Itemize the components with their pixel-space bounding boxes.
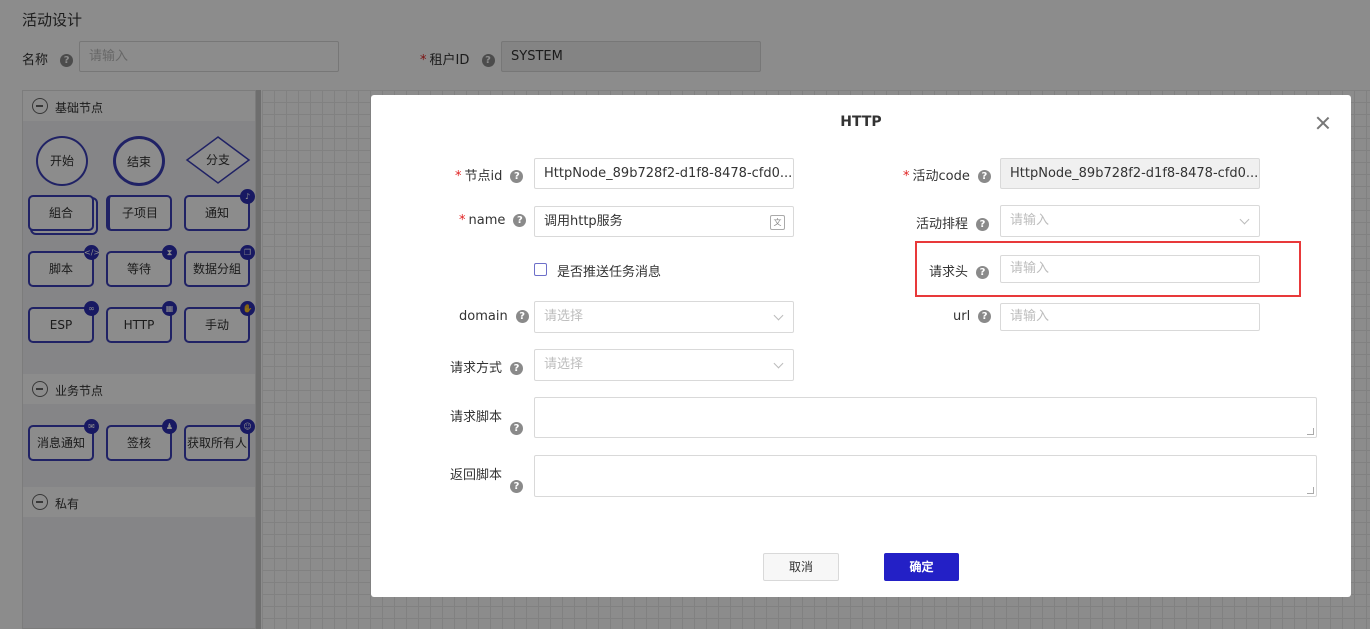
- help-icon[interactable]: ?: [977, 170, 991, 183]
- confirm-button[interactable]: 确定: [884, 553, 959, 581]
- return-script-label: 返回脚本?: [450, 464, 524, 493]
- name-label: * name?: [459, 213, 527, 228]
- return-script-textarea[interactable]: [534, 455, 1317, 497]
- translate-icon[interactable]: 文: [770, 215, 785, 230]
- return-script-label-text: 返回脚本: [450, 468, 503, 483]
- help-icon[interactable]: ?: [510, 422, 524, 435]
- domain-select[interactable]: 请选择: [534, 301, 794, 333]
- domain-label: domain?: [459, 309, 529, 324]
- request-script-label: 请求脚本?: [450, 406, 524, 435]
- dialog-title: HTTP: [840, 114, 882, 130]
- method-label: 请求方式?: [450, 357, 524, 376]
- help-icon[interactable]: ?: [510, 480, 524, 493]
- name-label-text: name: [468, 213, 506, 228]
- node-id-label: * 节点id?: [455, 165, 524, 184]
- name-value: 调用http服务: [544, 214, 623, 229]
- help-icon[interactable]: ?: [510, 362, 524, 375]
- url-label-text: url: [953, 309, 971, 324]
- request-script-label-text: 请求脚本: [450, 410, 503, 425]
- schedule-label: 活动排程?: [916, 213, 990, 232]
- required-mark: *: [459, 213, 466, 228]
- chevron-down-icon: [1239, 214, 1250, 225]
- url-input[interactable]: 请输入: [1000, 303, 1260, 331]
- required-mark: *: [903, 169, 910, 184]
- http-node-dialog: HTTP * 节点id? HttpNode_89b728f2-d1f8-8478-…: [371, 95, 1351, 597]
- help-icon[interactable]: ?: [510, 170, 524, 183]
- schedule-placeholder: 请输入: [1010, 213, 1050, 228]
- domain-label-text: domain: [459, 309, 508, 324]
- push-message-label[interactable]: 是否推送任务消息: [557, 261, 661, 280]
- cancel-button[interactable]: 取消: [763, 553, 839, 581]
- method-select[interactable]: 请选择: [534, 349, 794, 381]
- activity-code-input[interactable]: HttpNode_89b728f2-d1f8-8478-cfd0...: [1000, 158, 1260, 189]
- activity-code-label: * 活动code?: [903, 165, 991, 184]
- close-icon[interactable]: [1313, 113, 1333, 133]
- push-message-checkbox[interactable]: [534, 263, 547, 276]
- schedule-label-text: 活动排程: [916, 217, 969, 232]
- method-label-text: 请求方式: [450, 361, 503, 376]
- name-input[interactable]: 调用http服务 文: [534, 206, 794, 237]
- help-icon[interactable]: ?: [976, 218, 990, 231]
- activity-code-value: HttpNode_89b728f2-d1f8-8478-cfd0...: [1010, 166, 1259, 181]
- schedule-select[interactable]: 请输入: [1000, 205, 1260, 237]
- chevron-down-icon: [773, 310, 784, 321]
- node-id-label-text: 节点id: [464, 169, 503, 184]
- node-id-value: HttpNode_89b728f2-d1f8-8478-cfd0...: [544, 166, 793, 181]
- highlight-box: [915, 241, 1301, 297]
- domain-placeholder: 请选择: [544, 309, 584, 324]
- method-placeholder: 请选择: [544, 357, 584, 372]
- help-icon[interactable]: ?: [978, 310, 992, 323]
- help-icon[interactable]: ?: [513, 214, 527, 227]
- help-icon[interactable]: ?: [515, 310, 529, 323]
- node-id-input[interactable]: HttpNode_89b728f2-d1f8-8478-cfd0...: [534, 158, 794, 189]
- chevron-down-icon: [773, 358, 784, 369]
- required-mark: *: [455, 169, 462, 184]
- activity-code-label-text: 活动code: [912, 169, 970, 184]
- url-placeholder: 请输入: [1010, 309, 1050, 324]
- url-label: url?: [953, 309, 992, 324]
- request-script-textarea[interactable]: [534, 397, 1317, 438]
